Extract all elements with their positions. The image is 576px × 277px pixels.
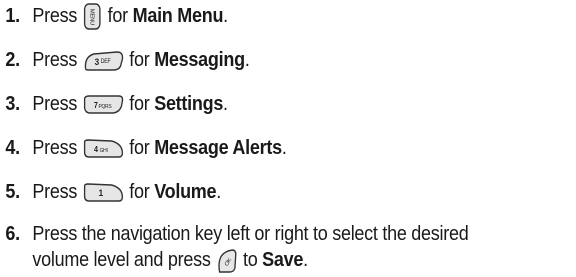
step-period: .: [216, 181, 222, 203]
step-text: Press: [32, 49, 78, 71]
ok-key-icon: OK: [216, 248, 238, 274]
step-text: for: [129, 49, 150, 71]
step-period: .: [223, 93, 228, 115]
step-text: Press: [32, 5, 78, 27]
step-number: 1.: [5, 5, 20, 27]
key-1-icon: 1: [82, 182, 123, 204]
step-period: .: [244, 49, 250, 71]
step-text: to: [242, 249, 258, 271]
step-period: .: [281, 137, 287, 159]
step-number: 5.: [5, 181, 20, 203]
step-number: 2.: [5, 49, 20, 71]
menu-target: Message Alerts: [154, 137, 282, 159]
step-text: for: [129, 93, 150, 115]
svg-text:MENU: MENU: [88, 9, 94, 26]
step-period: .: [223, 5, 228, 27]
step-text: for: [107, 5, 128, 27]
menu-target: Save: [262, 249, 304, 271]
svg-text:1: 1: [98, 187, 103, 198]
step-number: 6.: [5, 223, 20, 245]
menu-target: Main Menu: [132, 5, 224, 27]
key-7-pqrs-icon: 7PQRS: [82, 94, 123, 116]
menu-key-icon: MENU: [82, 2, 102, 31]
step-number: 3.: [5, 93, 20, 115]
menu-target: Messaging: [154, 49, 245, 71]
step-text: for: [129, 181, 150, 203]
step-text: Press: [32, 181, 78, 203]
step-text: Press: [32, 93, 78, 115]
step-text: volume level and press: [32, 249, 211, 271]
step-text: Press: [32, 137, 78, 159]
menu-target: Settings: [154, 93, 224, 115]
step-text: for: [129, 137, 150, 159]
step-period: .: [303, 249, 308, 271]
key-3-def-icon: 3 DEF: [82, 49, 123, 73]
key-4-ghi-icon: 4 GHI: [82, 138, 123, 160]
step-number: 4.: [5, 137, 20, 159]
step-text: Press the navigation key left or right t…: [32, 223, 469, 245]
menu-target: Volume: [154, 181, 217, 203]
